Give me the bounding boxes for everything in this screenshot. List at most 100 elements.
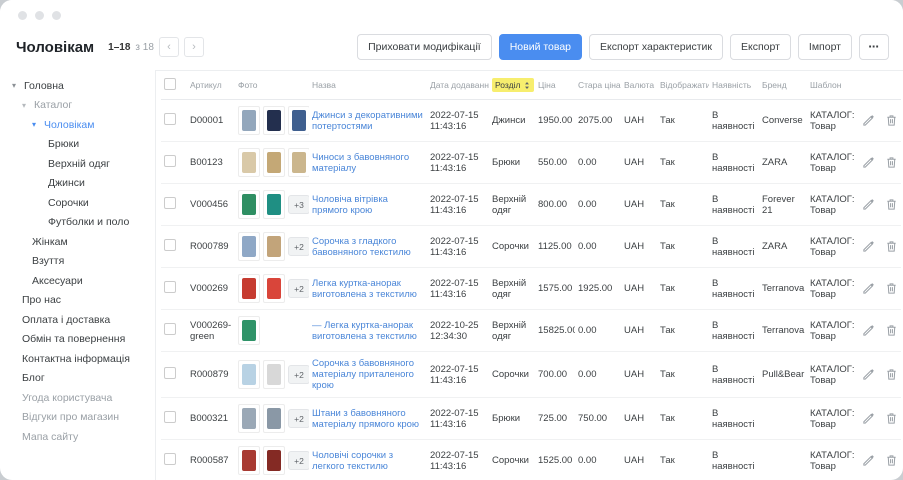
sidebar-item-catalog[interactable]: ▾Каталог (0, 96, 155, 116)
table-row[interactable]: R000789 +2 Сорочка з гладкого бавовняног… (161, 226, 901, 268)
edit-button[interactable] (862, 454, 876, 468)
product-name-link[interactable]: Чоловіча вітрівка прямого крою (312, 194, 388, 216)
row-checkbox[interactable] (164, 411, 176, 423)
sidebar-item-payment-delivery[interactable]: Оплата і доставка (0, 310, 155, 330)
row-checkbox[interactable] (164, 323, 176, 335)
more-actions-button[interactable]: ⋯ (859, 34, 889, 60)
sort-icon[interactable] (523, 81, 531, 90)
row-checkbox[interactable] (164, 239, 176, 251)
edit-button[interactable] (862, 368, 876, 382)
sidebar-item-label: Контактна інформація (22, 353, 130, 365)
sidebar-item-trousers[interactable]: Брюки (0, 135, 155, 155)
column-header-currency[interactable]: Валюта (621, 71, 657, 100)
export-characteristics-button[interactable]: Експорт характеристик (589, 34, 723, 60)
table-row[interactable]: V000456 +3 Чоловіча вітрівка прямого кро… (161, 184, 901, 226)
column-header-display[interactable]: Відображати (657, 71, 709, 100)
delete-button[interactable] (885, 454, 899, 468)
column-header-brand[interactable]: Бренд (759, 71, 807, 100)
delete-button[interactable] (885, 114, 899, 128)
sku-cell: D00001 (187, 100, 235, 142)
product-name-link[interactable]: Чиноси з бавовняного матеріалу (312, 152, 409, 174)
prev-page-button[interactable]: ‹ (159, 37, 179, 57)
edit-button[interactable] (862, 282, 876, 296)
date-cell: 2022-07-15 11:43:16 (427, 142, 489, 184)
product-name-link[interactable]: Сорочка з бавовняного матеріалу притален… (312, 358, 414, 391)
product-name-link[interactable]: Чоловічі сорочки з легкого текстилю (312, 450, 393, 472)
sku-cell: R000879 (187, 352, 235, 398)
select-all-checkbox[interactable] (164, 78, 176, 90)
product-name-link[interactable]: Штани з бавовняного матеріалу прямого кр… (312, 408, 419, 430)
sidebar-item-store-reviews[interactable]: Відгуки про магазин (0, 408, 155, 428)
sidebar-item-blog[interactable]: Блог (0, 369, 155, 389)
next-page-button[interactable]: › (184, 37, 204, 57)
sidebar-item-tshirts-polo[interactable]: Футболки и поло (0, 213, 155, 233)
column-header-sku[interactable]: Артикул (187, 71, 235, 100)
delete-button[interactable] (885, 412, 899, 426)
table-row[interactable]: R000879 +2 Сорочка з бавовняного матеріа… (161, 352, 901, 398)
row-checkbox[interactable] (164, 155, 176, 167)
new-product-button[interactable]: Новий товар (499, 34, 582, 60)
column-header-name[interactable]: Назва (309, 71, 427, 100)
photo-cell (238, 148, 306, 177)
table-row[interactable]: D00001 Джинси з декоративними потертостя… (161, 100, 901, 142)
delete-button[interactable] (885, 240, 899, 254)
delete-button[interactable] (885, 198, 899, 212)
column-header-section[interactable]: Розділ (489, 71, 535, 100)
window-dot-icon[interactable] (18, 11, 27, 20)
sidebar-item-user-agreement[interactable]: Угода користувача (0, 388, 155, 408)
edit-button[interactable] (862, 114, 876, 128)
table-row[interactable]: R000587 +2 Чоловічі сорочки з легкого те… (161, 440, 901, 480)
sidebar-item-accessories[interactable]: Аксесуари (0, 271, 155, 291)
sidebar-item-about[interactable]: Про нас (0, 291, 155, 311)
edit-button[interactable] (862, 198, 876, 212)
sidebar-item-shoes[interactable]: Взуття (0, 252, 155, 272)
edit-button[interactable] (862, 412, 876, 426)
delete-button[interactable] (885, 368, 899, 382)
product-name-link[interactable]: Легка куртка-анорак виготовлена з тексти… (312, 278, 417, 300)
product-name-link[interactable]: — Легка куртка-анорак виготовлена з текс… (312, 320, 417, 342)
table-row[interactable]: B00123 Чиноси з бавовняного матеріалу 20… (161, 142, 901, 184)
row-checkbox[interactable] (164, 367, 176, 379)
column-header-template[interactable]: Шаблон (807, 71, 859, 100)
column-header-old-price[interactable]: Стара ціна (575, 71, 621, 100)
sidebar-item-women[interactable]: Жінкам (0, 232, 155, 252)
photo-cell: +2 (238, 446, 306, 475)
sidebar-item-exchange-return[interactable]: Обмін та повернення (0, 330, 155, 350)
table-row[interactable]: B000321 +2 Штани з бавовняного матеріалу… (161, 398, 901, 440)
export-button[interactable]: Експорт (730, 34, 791, 60)
import-button[interactable]: Імпорт (798, 34, 852, 60)
column-header-availability[interactable]: Наявність (709, 71, 759, 100)
sidebar-item-label: Чоловікам (44, 119, 95, 131)
table-row[interactable]: V000269-green — Легка куртка-анорак виго… (161, 310, 901, 352)
window-dot-icon[interactable] (35, 11, 44, 20)
delete-button[interactable] (885, 282, 899, 296)
product-name-link[interactable]: Сорочка з гладкого бавовняного текстилю (312, 236, 411, 258)
sidebar-item-sitemap[interactable]: Мапа сайту (0, 427, 155, 447)
row-checkbox[interactable] (164, 453, 176, 465)
window-dot-icon[interactable] (52, 11, 61, 20)
content-area: ▾Головна ▾Каталог ▾Чоловікам Брюки Верхн… (0, 70, 903, 480)
row-checkbox[interactable] (164, 281, 176, 293)
table-row[interactable]: V000269 +2 Легка куртка-анорак виготовле… (161, 268, 901, 310)
row-checkbox[interactable] (164, 197, 176, 209)
price-cell: 800.00 (535, 184, 575, 226)
delete-button[interactable] (885, 156, 899, 170)
edit-button[interactable] (862, 156, 876, 170)
column-header-price[interactable]: Ціна (535, 71, 575, 100)
row-checkbox[interactable] (164, 113, 176, 125)
sidebar-item-men[interactable]: ▾Чоловікам (0, 115, 155, 135)
delete-button[interactable] (885, 324, 899, 338)
date-cell: 2022-07-15 11:43:16 (427, 440, 489, 480)
column-header-date[interactable]: Дата додавання (427, 71, 489, 100)
product-name-link[interactable]: Джинси з декоративними потертостями (312, 110, 423, 132)
edit-button[interactable] (862, 240, 876, 254)
hide-modifications-button[interactable]: Приховати модифікації (357, 34, 492, 60)
price-cell: 1525.00 (535, 440, 575, 480)
sidebar-item-jeans[interactable]: Джинси (0, 174, 155, 194)
sidebar-item-contact-info[interactable]: Контактна інформація (0, 349, 155, 369)
sidebar-item-shirts[interactable]: Сорочки (0, 193, 155, 213)
edit-button[interactable] (862, 324, 876, 338)
sidebar-item-outerwear[interactable]: Верхній одяг (0, 154, 155, 174)
sidebar-item-home[interactable]: ▾Головна (0, 76, 155, 96)
currency-cell: UAH (621, 310, 657, 352)
